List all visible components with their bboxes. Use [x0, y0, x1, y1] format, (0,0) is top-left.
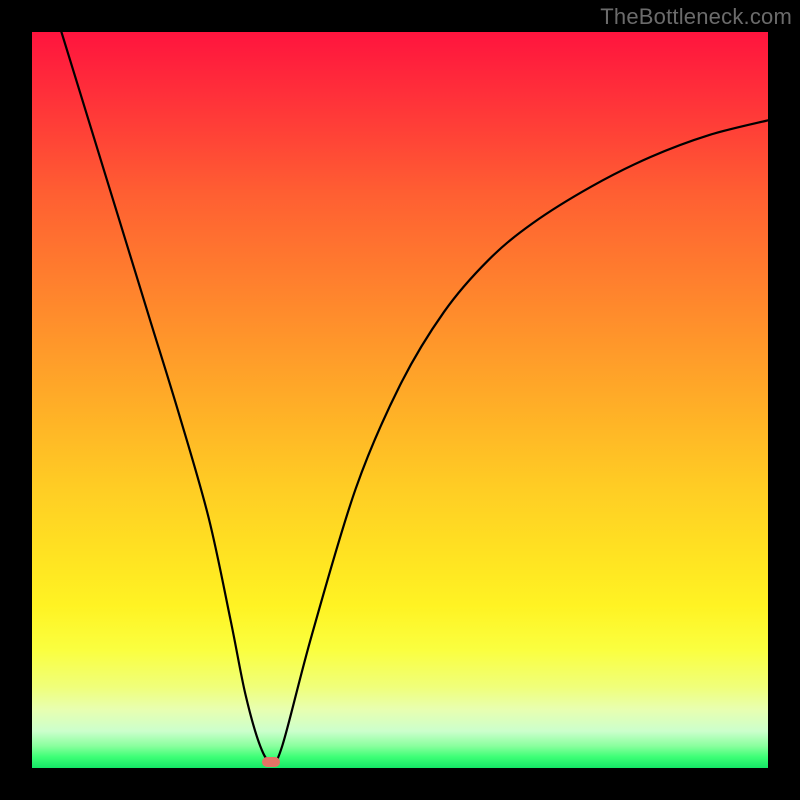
- watermark-text: TheBottleneck.com: [600, 4, 792, 30]
- minimum-marker: [262, 757, 280, 767]
- bottleneck-curve: [32, 32, 768, 768]
- chart-frame: TheBottleneck.com: [0, 0, 800, 800]
- plot-area: [32, 32, 768, 768]
